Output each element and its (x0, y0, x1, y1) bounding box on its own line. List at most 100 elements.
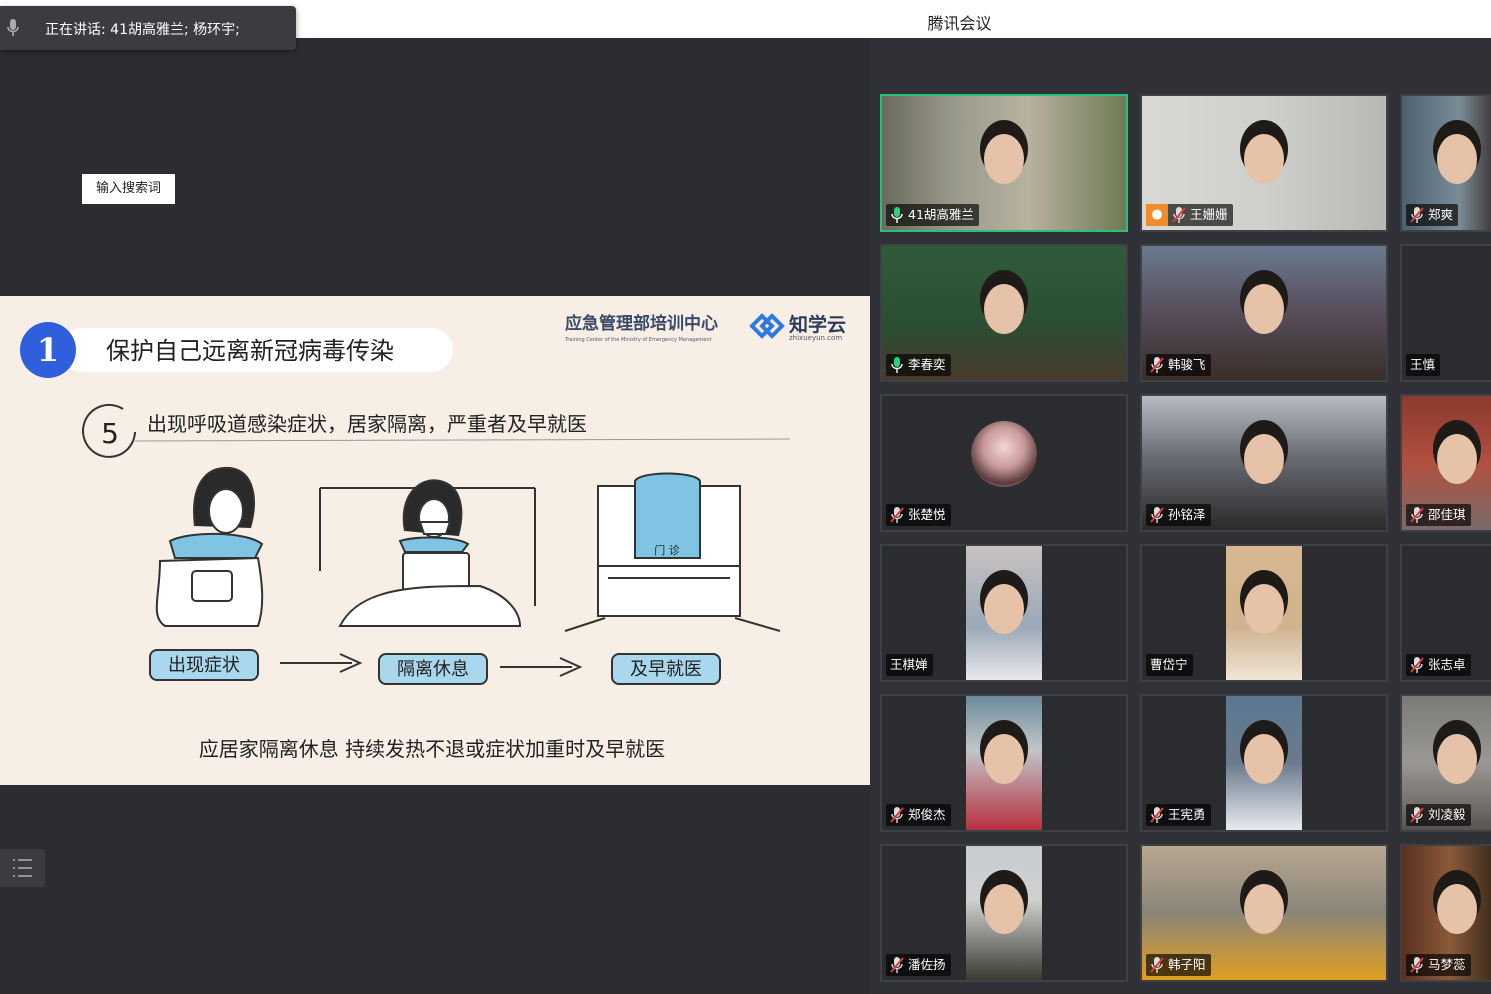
participant-name: 韩子阳 (1168, 957, 1206, 972)
participant-tile[interactable]: 张楚悦 (880, 394, 1128, 532)
participant-label: 郑俊杰 (886, 804, 951, 826)
participant-label: 李春奕 (886, 354, 951, 376)
participant-name: 孙铭泽 (1168, 507, 1206, 522)
search-input[interactable]: 输入搜索词 (82, 174, 175, 204)
mic-muted-icon (1150, 357, 1164, 373)
participant-tile[interactable]: 韩骏飞 (1140, 244, 1388, 382)
mic-muted-icon (1150, 507, 1164, 523)
participant-tile[interactable]: 邵佳琪 (1400, 394, 1491, 532)
flow-label-3: 及早就医 (630, 659, 702, 680)
participant-face (984, 884, 1024, 934)
participant-tile[interactable]: 王慎 (1400, 244, 1491, 382)
participant-tile[interactable]: 李春奕 (880, 244, 1128, 382)
flow-arrow-icon (500, 657, 583, 677)
mic-muted-icon (1410, 807, 1424, 823)
participant-face (984, 584, 1024, 634)
participant-name: 王棋婵 (890, 657, 928, 672)
participant-name: 王姗姗 (1190, 207, 1228, 222)
participant-tile[interactable]: 刘凌毅 (1400, 694, 1491, 832)
participant-face (984, 284, 1024, 334)
door-sign: 门 诊 (654, 543, 680, 557)
participant-avatar (971, 421, 1037, 487)
org-name: 应急管理部培训中心 (565, 313, 718, 334)
mic-on-icon (891, 357, 903, 373)
participant-label: 孙铭泽 (1146, 504, 1211, 526)
participant-name: 郑爽 (1428, 207, 1454, 222)
mic-icon (7, 19, 19, 36)
participant-tile[interactable]: 潘佐扬 (880, 844, 1128, 982)
org-name-en: Training Center of the Ministry of Emerg… (564, 337, 712, 343)
brand-name: 知学云 (789, 313, 846, 336)
participant-gallery: 41胡高雅兰 ● 王姗姗 郑爽李春奕 韩骏飞 王慎张楚悦 孙铭泽 邵佳琪王棋婵 曹岱宁 张志卓郑俊… (870, 38, 1491, 994)
participant-name: 王宪勇 (1168, 807, 1206, 822)
participant-label: 王慎 (1406, 354, 1441, 376)
flow-label-1: 出现症状 (168, 655, 240, 676)
shared-slide: 1 保护自己远离新冠病毒传染 应急管理部培训中心 Training Center… (0, 296, 870, 785)
participant-face (1244, 434, 1284, 484)
mic-on-icon (891, 207, 903, 223)
participant-name: 李春奕 (908, 357, 946, 372)
participant-name: 马梦蕊 (1428, 957, 1466, 972)
participant-tile[interactable]: 张志卓 (1400, 544, 1491, 682)
slide-menu-button[interactable] (0, 849, 45, 887)
participant-label: 张志卓 (1406, 654, 1471, 676)
participant-name: 邵佳琪 (1428, 507, 1466, 522)
participant-name: 潘佐扬 (908, 957, 946, 972)
mic-muted-icon (890, 807, 904, 823)
hospital-illustration: 门 诊 (564, 472, 781, 632)
mic-muted-icon (890, 957, 904, 973)
participant-name: 曹岱宁 (1150, 657, 1188, 672)
participant-tile[interactable]: 曹岱宁 (1140, 544, 1388, 682)
speaking-indicator: 正在讲话: 41胡高雅兰; 杨环宇; (0, 6, 296, 50)
participant-tile[interactable]: 王宪勇 (1140, 694, 1388, 832)
mic-muted-icon (1410, 207, 1424, 223)
participant-tile[interactable]: 王棋婵 (880, 544, 1128, 682)
list-icon (13, 859, 32, 877)
mic-muted-icon (1150, 957, 1164, 973)
participant-face (1244, 134, 1284, 184)
participant-face (1244, 584, 1284, 634)
participant-tile[interactable]: ● 王姗姗 (1140, 94, 1388, 232)
isolation-illustration (319, 479, 536, 627)
participant-tile[interactable]: 郑爽 (1400, 94, 1491, 232)
flow-arrow-icon (280, 653, 363, 673)
participant-face (1244, 734, 1284, 784)
participant-tile[interactable]: 马梦蕊 (1400, 844, 1491, 982)
participant-name: 韩骏飞 (1168, 357, 1206, 372)
participant-label: 刘凌毅 (1406, 804, 1471, 826)
mic-muted-icon (890, 507, 904, 523)
participant-label: 韩子阳 (1146, 954, 1211, 976)
participant-label: 王宪勇 (1146, 804, 1211, 826)
participant-face (984, 134, 1024, 184)
participant-label: 郑爽 (1406, 204, 1459, 226)
mic-muted-icon (1410, 657, 1424, 673)
participant-tile[interactable]: 韩子阳 (1140, 844, 1388, 982)
participant-label: 马梦蕊 (1406, 954, 1471, 976)
participant-label: 潘佐扬 (886, 954, 951, 976)
participant-name: 王慎 (1410, 357, 1436, 372)
participant-label: ● 王姗姗 (1146, 204, 1233, 226)
participant-name: 刘凌毅 (1428, 807, 1466, 822)
participant-face (984, 734, 1024, 784)
participant-face (1244, 884, 1284, 934)
mic-muted-icon (1150, 807, 1164, 823)
symptom-illustration (155, 466, 264, 627)
participant-face (1437, 734, 1477, 784)
participant-face (1437, 434, 1477, 484)
participant-label: 邵佳琪 (1406, 504, 1471, 526)
participant-face (1437, 884, 1477, 934)
participant-name: 郑俊杰 (908, 807, 946, 822)
participant-tile[interactable]: 41胡高雅兰 (880, 94, 1128, 232)
participant-tile[interactable]: 孙铭泽 (1140, 394, 1388, 532)
step-number: 5 (101, 417, 119, 450)
participant-face (1437, 134, 1477, 184)
participant-label: 41胡高雅兰 (886, 204, 979, 226)
participant-name: 张志卓 (1428, 657, 1466, 672)
participant-name: 张楚悦 (908, 507, 946, 522)
participant-name: 41胡高雅兰 (908, 207, 974, 222)
brand-url: zhixueyun.com (789, 334, 842, 342)
participant-tile[interactable]: 郑俊杰 (880, 694, 1128, 832)
slide-footer: 应居家隔离休息 持续发热不退或症状加重时及早就医 (199, 737, 665, 761)
mic-muted-icon (1410, 957, 1424, 973)
mic-muted-icon (1410, 507, 1424, 523)
